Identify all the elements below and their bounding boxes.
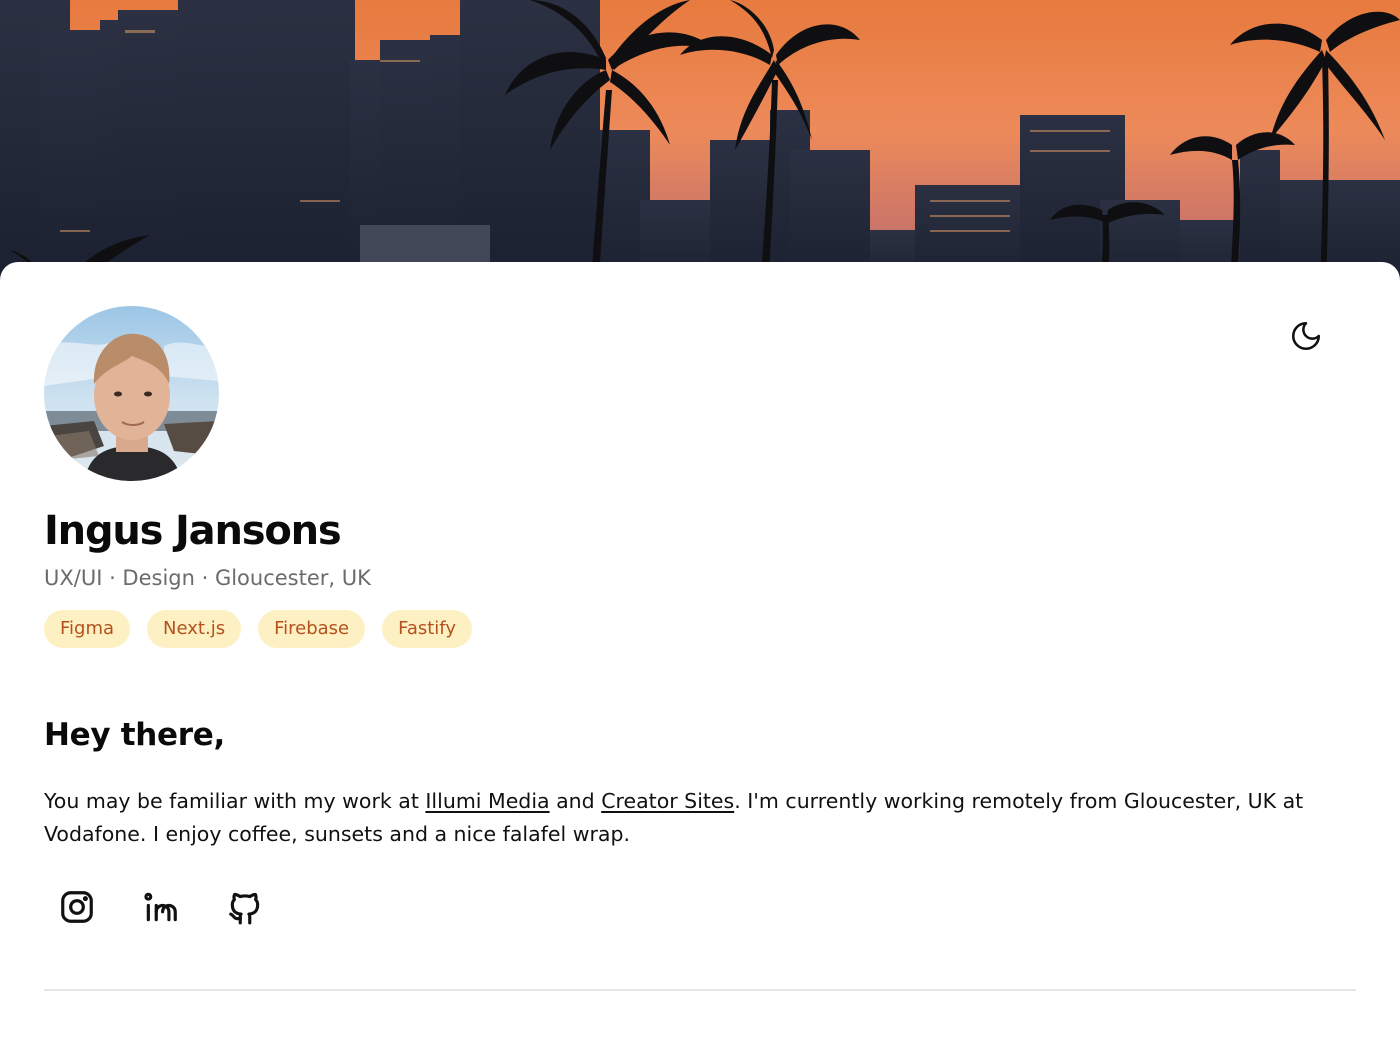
tag-nextjs: Next.js bbox=[147, 610, 242, 648]
tag-figma: Figma bbox=[44, 610, 131, 648]
about-heading: Hey there, bbox=[44, 717, 225, 753]
social-links bbox=[44, 880, 278, 934]
hero-cover-image bbox=[0, 0, 1400, 290]
tag-fastify: Fastify bbox=[382, 610, 472, 648]
moon-icon bbox=[1291, 321, 1321, 351]
github-icon bbox=[229, 892, 260, 925]
profile-subtitle: UX/UI · Design · Gloucester, UK bbox=[44, 566, 371, 590]
illumi-media-link[interactable]: Illumi Media bbox=[425, 789, 549, 813]
instagram-link[interactable] bbox=[44, 880, 110, 934]
skill-tags: Figma Next.js Firebase Fastify bbox=[44, 610, 472, 648]
github-link[interactable] bbox=[212, 880, 278, 934]
profile-name: Ingus Jansons bbox=[44, 508, 342, 554]
bio-text: You may be familiar with my work at Illu… bbox=[44, 785, 1364, 851]
bio-text-start: You may be familiar with my work at bbox=[44, 789, 426, 813]
avatar bbox=[44, 306, 219, 481]
bio-text-mid: and bbox=[549, 789, 602, 813]
section-divider bbox=[44, 989, 1356, 991]
instagram-icon bbox=[61, 891, 93, 923]
linkedin-link[interactable] bbox=[128, 880, 194, 934]
theme-toggle-button[interactable] bbox=[1288, 318, 1324, 354]
tag-firebase: Firebase bbox=[258, 610, 366, 648]
linkedin-icon bbox=[144, 892, 177, 922]
creator-sites-link[interactable]: Creator Sites bbox=[601, 789, 734, 813]
